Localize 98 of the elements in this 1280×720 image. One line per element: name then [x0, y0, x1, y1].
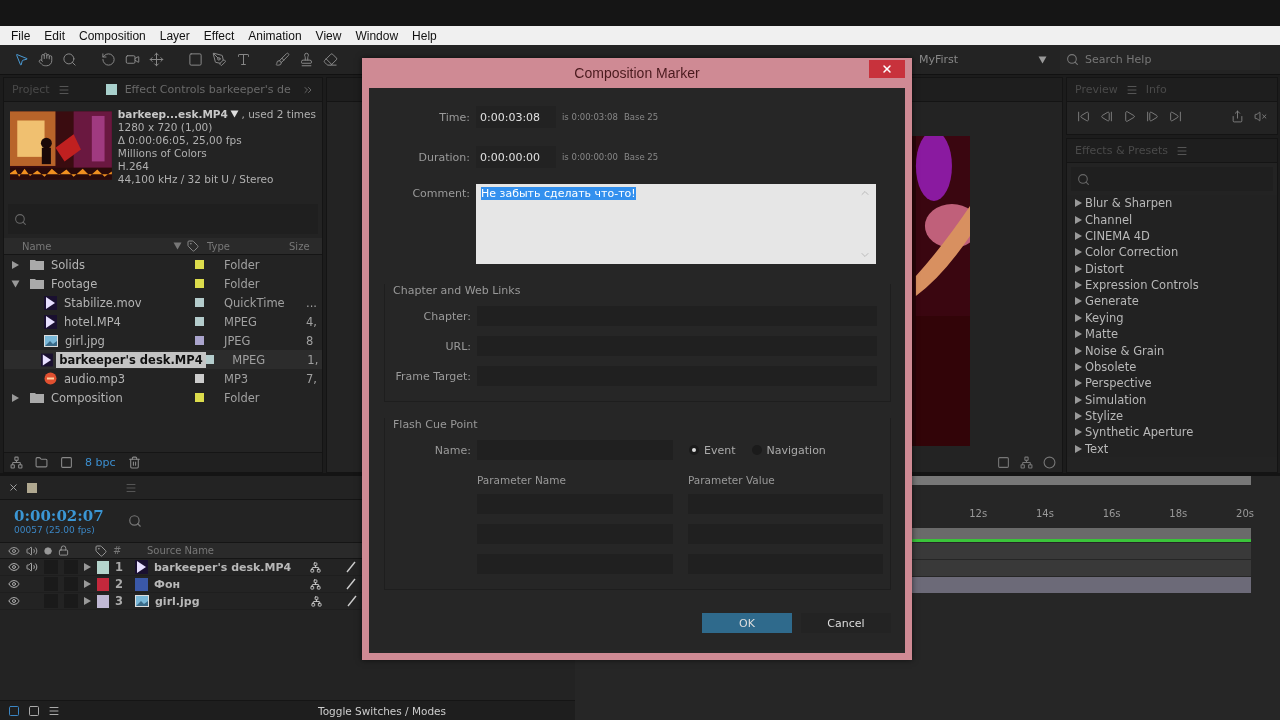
item-type: Folder [224, 390, 261, 405]
effect-category[interactable]: Simulation [1075, 391, 1277, 408]
effect-category[interactable]: Obsolete [1075, 358, 1277, 376]
footage-name: barkeep...esk.MP4 [117, 108, 228, 120]
item-type: Folder [224, 257, 261, 272]
item-name: girl.jpg [64, 332, 106, 349]
layer-number: 3 [115, 594, 124, 608]
effect-category[interactable]: Text [1075, 440, 1277, 457]
field-label: Time: [438, 110, 470, 124]
field-label: Chapter: [422, 309, 471, 323]
radio-option[interactable]: Event [689, 443, 736, 457]
effect-category[interactable]: CINEMA 4D [1075, 227, 1277, 245]
workspace-dropdown[interactable]: MyFirst [915, 49, 1050, 70]
menu-item[interactable]: Help [405, 28, 444, 43]
group-title: Chapter and Web Links [392, 284, 522, 297]
item-name: hotel.MP4 [63, 313, 122, 330]
column-header: Parameter Name [477, 474, 567, 486]
item-size: 7, [306, 371, 317, 386]
menu-item[interactable]: Effect [196, 28, 242, 43]
tick-label: 20s [1236, 508, 1254, 519]
toggle-switches-button[interactable]: Toggle Switches / Modes [318, 704, 447, 717]
frame-count: 00057 (25.00 fps) [14, 525, 96, 535]
dialog-title: Composition Marker [574, 65, 700, 81]
menu-item[interactable]: Animation [241, 28, 309, 43]
effect-category[interactable]: Keying [1075, 309, 1277, 326]
radio-option[interactable]: Navigation [751, 443, 826, 457]
timebase-label: Base 25 [623, 112, 659, 122]
tick-label: 16s [1102, 508, 1121, 519]
effect-category[interactable]: Distort [1075, 260, 1277, 277]
menu-item[interactable]: View [308, 28, 349, 43]
layer-name: girl.jpg [155, 594, 201, 608]
item-size: 1, [307, 352, 319, 367]
item-name: Footage [50, 275, 99, 292]
effect-category[interactable]: Blur & Sharpen [1075, 195, 1277, 212]
item-type: QuickTime [224, 295, 286, 310]
effect-category[interactable]: Expression Controls [1075, 276, 1277, 294]
item-type: MP3 [224, 371, 250, 386]
timecode-equivalent: is 0:00:00:00 [562, 152, 618, 162]
field-label: Name: [433, 443, 471, 457]
project-item[interactable]: girl.jpg JPEG 8 [4, 331, 322, 350]
project-item[interactable]: Solids Folder [4, 255, 322, 274]
project-item[interactable]: Footage Folder [4, 274, 322, 293]
footage-detail: Millions of Colors [117, 147, 208, 160]
project-item[interactable]: Composition Folder [4, 388, 322, 407]
footage-detail: H.264 [117, 160, 150, 173]
menu-item[interactable]: Window [348, 28, 406, 43]
field-label: Frame Target: [394, 369, 471, 383]
tick-label: 14s [1035, 508, 1054, 519]
footage-detail: Δ 0:00:06:05, 25,00 fps [117, 134, 243, 147]
timebase-label: Base 25 [623, 152, 659, 162]
tick-label: 12s [969, 508, 988, 519]
effect-category[interactable]: Matte [1075, 326, 1277, 343]
layer-name: Фон [154, 577, 182, 591]
item-name: barkeeper's desk.MP4 [56, 351, 206, 368]
menu-item[interactable]: Composition [72, 28, 153, 43]
usage-count: , used 2 times [241, 108, 316, 120]
item-size: 8 [306, 333, 314, 348]
project-item[interactable]: Stabilize.mov QuickTime ... [4, 293, 322, 312]
effect-category[interactable]: Channel [1075, 211, 1277, 228]
item-type: MPEG [232, 352, 267, 367]
project-item[interactable]: hotel.MP4 MPEG 4, [4, 312, 322, 331]
ok-button[interactable]: OK [702, 613, 792, 633]
effect-category[interactable]: Perspective [1075, 375, 1277, 392]
effect-category[interactable]: Synthetic Aperture [1075, 424, 1277, 441]
item-type: JPEG [224, 333, 252, 348]
item-name: Solids [50, 256, 87, 273]
timecode-equivalent: is 0:00:03:08 [562, 112, 618, 122]
item-name: audio.mp3 [63, 370, 127, 387]
layer-name: barkeeper's desk.MP4 [154, 560, 293, 574]
item-type: MPEG [224, 314, 259, 329]
menu-item[interactable]: Layer [152, 28, 197, 43]
project-item[interactable]: barkeeper's desk.MP4 MPEG 1, [4, 350, 322, 369]
effect-category[interactable]: Noise & Grain [1075, 342, 1277, 359]
tick-label: 18s [1169, 508, 1188, 519]
item-name: Composition [50, 389, 124, 406]
item-type: Folder [224, 276, 261, 291]
footage-detail: 1280 x 720 (1,00) [117, 121, 214, 134]
current-time[interactable]: 0:00:02:07 [14, 507, 104, 525]
menu-item[interactable]: File [4, 28, 38, 43]
field-label: Comment: [411, 186, 470, 200]
layer-number: 2 [115, 577, 124, 591]
column-header: Parameter Value [688, 474, 776, 486]
layer-number: 1 [115, 560, 124, 574]
footage-detail: 44,100 kHz / 32 bit U / Stereo [117, 173, 275, 186]
menu-item[interactable]: Edit [37, 28, 73, 43]
effect-category[interactable]: Generate [1075, 293, 1277, 310]
project-item[interactable]: audio.mp3 MP3 7, [4, 369, 322, 388]
bit-depth-button[interactable]: 8 bpc [85, 456, 116, 469]
item-name: Stabilize.mov [63, 294, 143, 311]
item-size: ... [306, 295, 317, 310]
item-size: 4, [306, 314, 317, 329]
group-title: Flash Cue Point [392, 418, 479, 431]
effect-category[interactable]: Stylize [1075, 407, 1277, 425]
timecode-field[interactable]: 0:00:03:08 [476, 106, 556, 128]
field-label: Duration: [417, 150, 470, 164]
timecode-field[interactable]: 0:00:00:00 [476, 146, 556, 168]
field-label: URL: [444, 339, 471, 353]
effect-category[interactable]: Color Correction [1075, 244, 1277, 261]
